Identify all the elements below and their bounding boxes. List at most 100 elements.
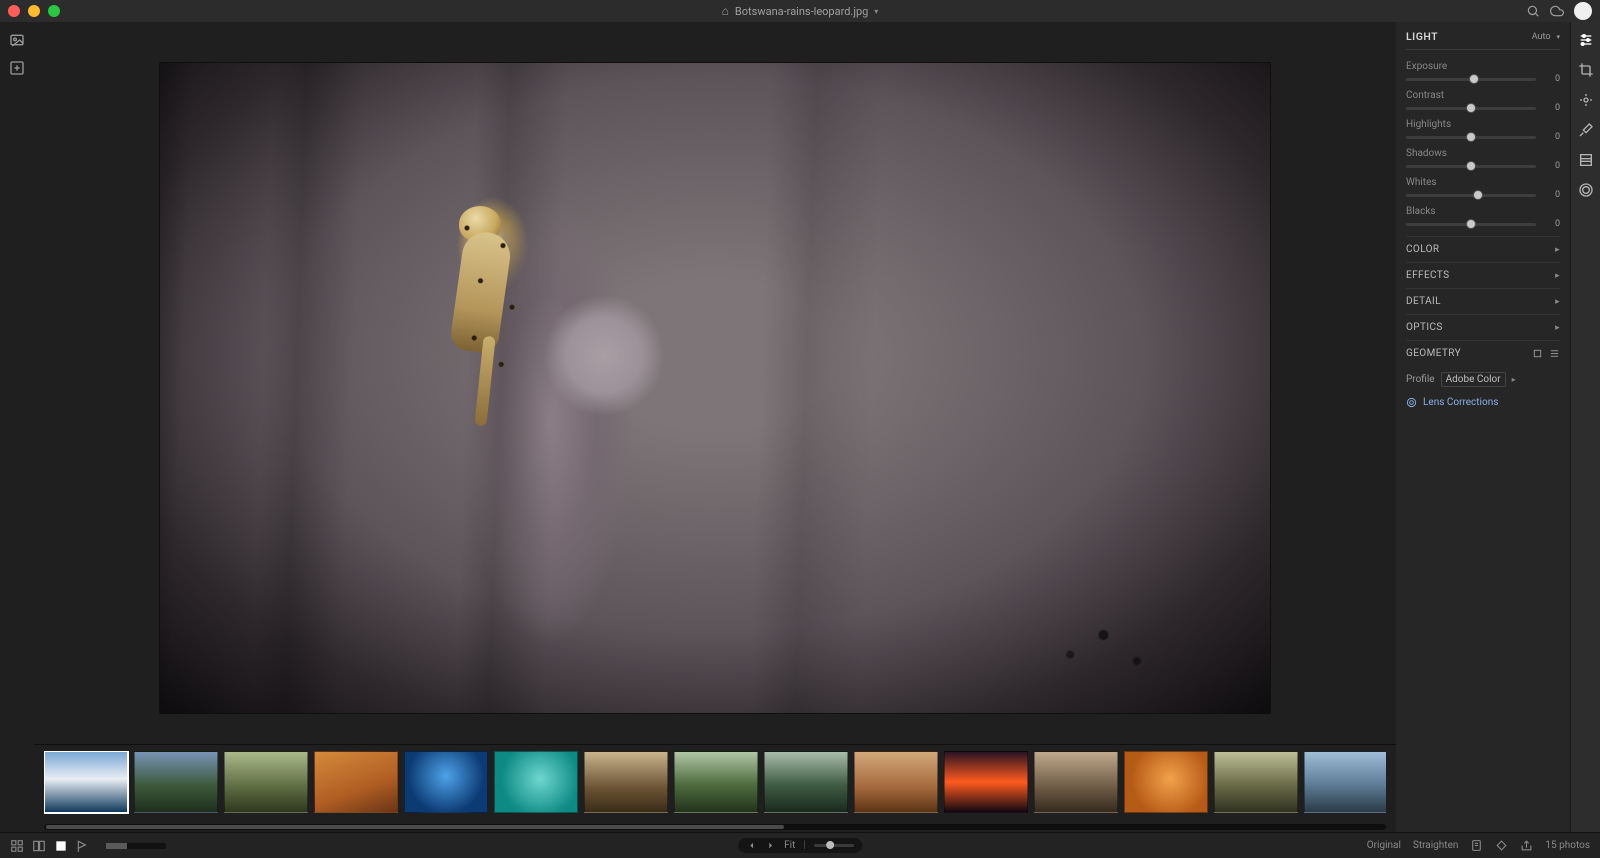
- thumbnail[interactable]: [134, 751, 218, 813]
- lens-link-label: Lens Corrections: [1423, 397, 1498, 408]
- slider-knob[interactable]: [1466, 132, 1476, 142]
- add-icon[interactable]: [9, 60, 25, 76]
- chevron-down-icon: ▾: [1556, 33, 1560, 41]
- slider-exposure[interactable]: Exposure0: [1406, 58, 1560, 87]
- share-icon[interactable]: [1520, 839, 1533, 852]
- slider-knob[interactable]: [1466, 103, 1476, 113]
- slider-track[interactable]: [1406, 78, 1536, 81]
- guided-icon[interactable]: [1549, 348, 1560, 359]
- lens-icon: [1406, 397, 1417, 408]
- photo-preview[interactable]: [160, 63, 1270, 713]
- thumbnail[interactable]: [224, 751, 308, 813]
- avatar[interactable]: [1574, 2, 1592, 20]
- healing-brush-icon[interactable]: [1578, 92, 1594, 108]
- section-effects[interactable]: EFFECTS▸: [1406, 262, 1560, 288]
- thumbnail[interactable]: [944, 751, 1028, 813]
- crop-icon[interactable]: [1578, 62, 1594, 78]
- canvas[interactable]: [34, 22, 1396, 744]
- lens-corrections-link[interactable]: Lens Corrections: [1406, 393, 1560, 412]
- slider-label: Shadows: [1406, 148, 1560, 159]
- edit-sliders-icon[interactable]: [1578, 32, 1594, 48]
- status-straighten[interactable]: Straighten: [1413, 840, 1459, 851]
- slider-knob[interactable]: [1466, 161, 1476, 171]
- search-icon[interactable]: [1526, 4, 1540, 18]
- thumbnail[interactable]: [764, 751, 848, 813]
- info-icon[interactable]: [1470, 839, 1483, 852]
- photos-icon[interactable]: [9, 32, 25, 48]
- titlebar: ⌂ Botswana-rains-leopard.jpg ▾: [0, 0, 1600, 22]
- slider-value: 0: [1542, 161, 1560, 171]
- photo-count: 15 photos: [1545, 840, 1590, 851]
- next-photo-icon[interactable]: [765, 840, 776, 851]
- thumbnail[interactable]: [1124, 751, 1208, 813]
- thumbnail[interactable]: [44, 751, 128, 813]
- statusbar-right: Original Straighten 15 photos: [1367, 839, 1590, 852]
- upright-icon[interactable]: [1532, 348, 1543, 359]
- center-column: [34, 22, 1396, 832]
- cloud-icon[interactable]: [1550, 4, 1564, 18]
- close-window-button[interactable]: [8, 5, 20, 17]
- minimize-window-button[interactable]: [28, 5, 40, 17]
- thumbnail[interactable]: [1034, 751, 1118, 813]
- slider-contrast[interactable]: Contrast0: [1406, 87, 1560, 116]
- slider-label: Contrast: [1406, 90, 1560, 101]
- keywords-icon[interactable]: [1495, 839, 1508, 852]
- chevron-right-icon: ▸: [1555, 297, 1560, 307]
- thumbnail[interactable]: [494, 751, 578, 813]
- tool-rail: [1570, 22, 1600, 832]
- filmstrip-scrollbar[interactable]: [44, 824, 1386, 830]
- slider-knob[interactable]: [1466, 219, 1476, 229]
- slider-knob[interactable]: [1469, 74, 1479, 84]
- slider-track[interactable]: [1406, 223, 1536, 226]
- profile-row[interactable]: Profile Adobe Color ▸: [1406, 370, 1560, 389]
- compare-view-icon[interactable]: [32, 839, 46, 853]
- thumbnail-size-slider[interactable]: [106, 843, 166, 849]
- prev-photo-icon[interactable]: [746, 840, 757, 851]
- filmstrip-thumbs: [44, 751, 1386, 818]
- slider-knob[interactable]: [1473, 190, 1483, 200]
- detail-view-icon[interactable]: [54, 839, 68, 853]
- section-label: OPTICS: [1406, 322, 1443, 333]
- slider-value: 0: [1542, 74, 1560, 84]
- flag-icon[interactable]: [76, 839, 90, 853]
- section-geometry[interactable]: GEOMETRY: [1406, 340, 1560, 366]
- chevron-down-icon[interactable]: ▾: [874, 7, 878, 16]
- thumbnail[interactable]: [854, 751, 938, 813]
- slider-label: Highlights: [1406, 119, 1560, 130]
- home-icon[interactable]: ⌂: [722, 4, 729, 18]
- section-label: DETAIL: [1406, 296, 1441, 307]
- thumbnail[interactable]: [584, 751, 668, 813]
- thumbnail[interactable]: [1214, 751, 1298, 813]
- status-original[interactable]: Original: [1367, 840, 1401, 851]
- zoom-controls[interactable]: Fit |: [738, 838, 862, 853]
- section-optics[interactable]: OPTICS ▸: [1406, 314, 1560, 340]
- thumbnail[interactable]: [674, 751, 758, 813]
- slider-highlights[interactable]: Highlights 0: [1406, 116, 1560, 145]
- slider-blacks[interactable]: Blacks0: [1406, 203, 1560, 232]
- grid-view-icon[interactable]: [10, 839, 24, 853]
- thumbnail[interactable]: [1304, 751, 1386, 813]
- slider-track[interactable]: [1406, 136, 1536, 139]
- thumbnail[interactable]: [404, 751, 488, 813]
- thumbnail[interactable]: [314, 751, 398, 813]
- section-detail[interactable]: DETAIL ▸: [1406, 288, 1560, 314]
- statusbar-center: Fit |: [738, 838, 862, 853]
- slider-whites[interactable]: Whites0: [1406, 174, 1560, 203]
- radial-gradient-icon[interactable]: [1578, 182, 1594, 198]
- slider-value: 0: [1542, 132, 1560, 142]
- slider-value: 0: [1542, 190, 1560, 200]
- linear-gradient-icon[interactable]: [1578, 152, 1594, 168]
- slider-track[interactable]: [1406, 165, 1536, 168]
- brush-icon[interactable]: [1578, 122, 1594, 138]
- panel-mode[interactable]: Auto ▾: [1532, 32, 1560, 42]
- chevron-right-icon: ▸: [1555, 323, 1560, 333]
- slider-track[interactable]: [1406, 107, 1536, 110]
- slider-shadows[interactable]: Shadows 0: [1406, 145, 1560, 174]
- zoom-track[interactable]: [814, 844, 854, 847]
- section-color[interactable]: COLOR▸: [1406, 236, 1560, 262]
- maximize-window-button[interactable]: [48, 5, 60, 17]
- right-column: LIGHT Auto ▾ Exposure0Contrast0Highlight…: [1396, 22, 1600, 832]
- zoom-fit-label[interactable]: Fit: [784, 840, 795, 851]
- slider-track[interactable]: [1406, 194, 1536, 197]
- section-label: GEOMETRY: [1406, 348, 1461, 359]
